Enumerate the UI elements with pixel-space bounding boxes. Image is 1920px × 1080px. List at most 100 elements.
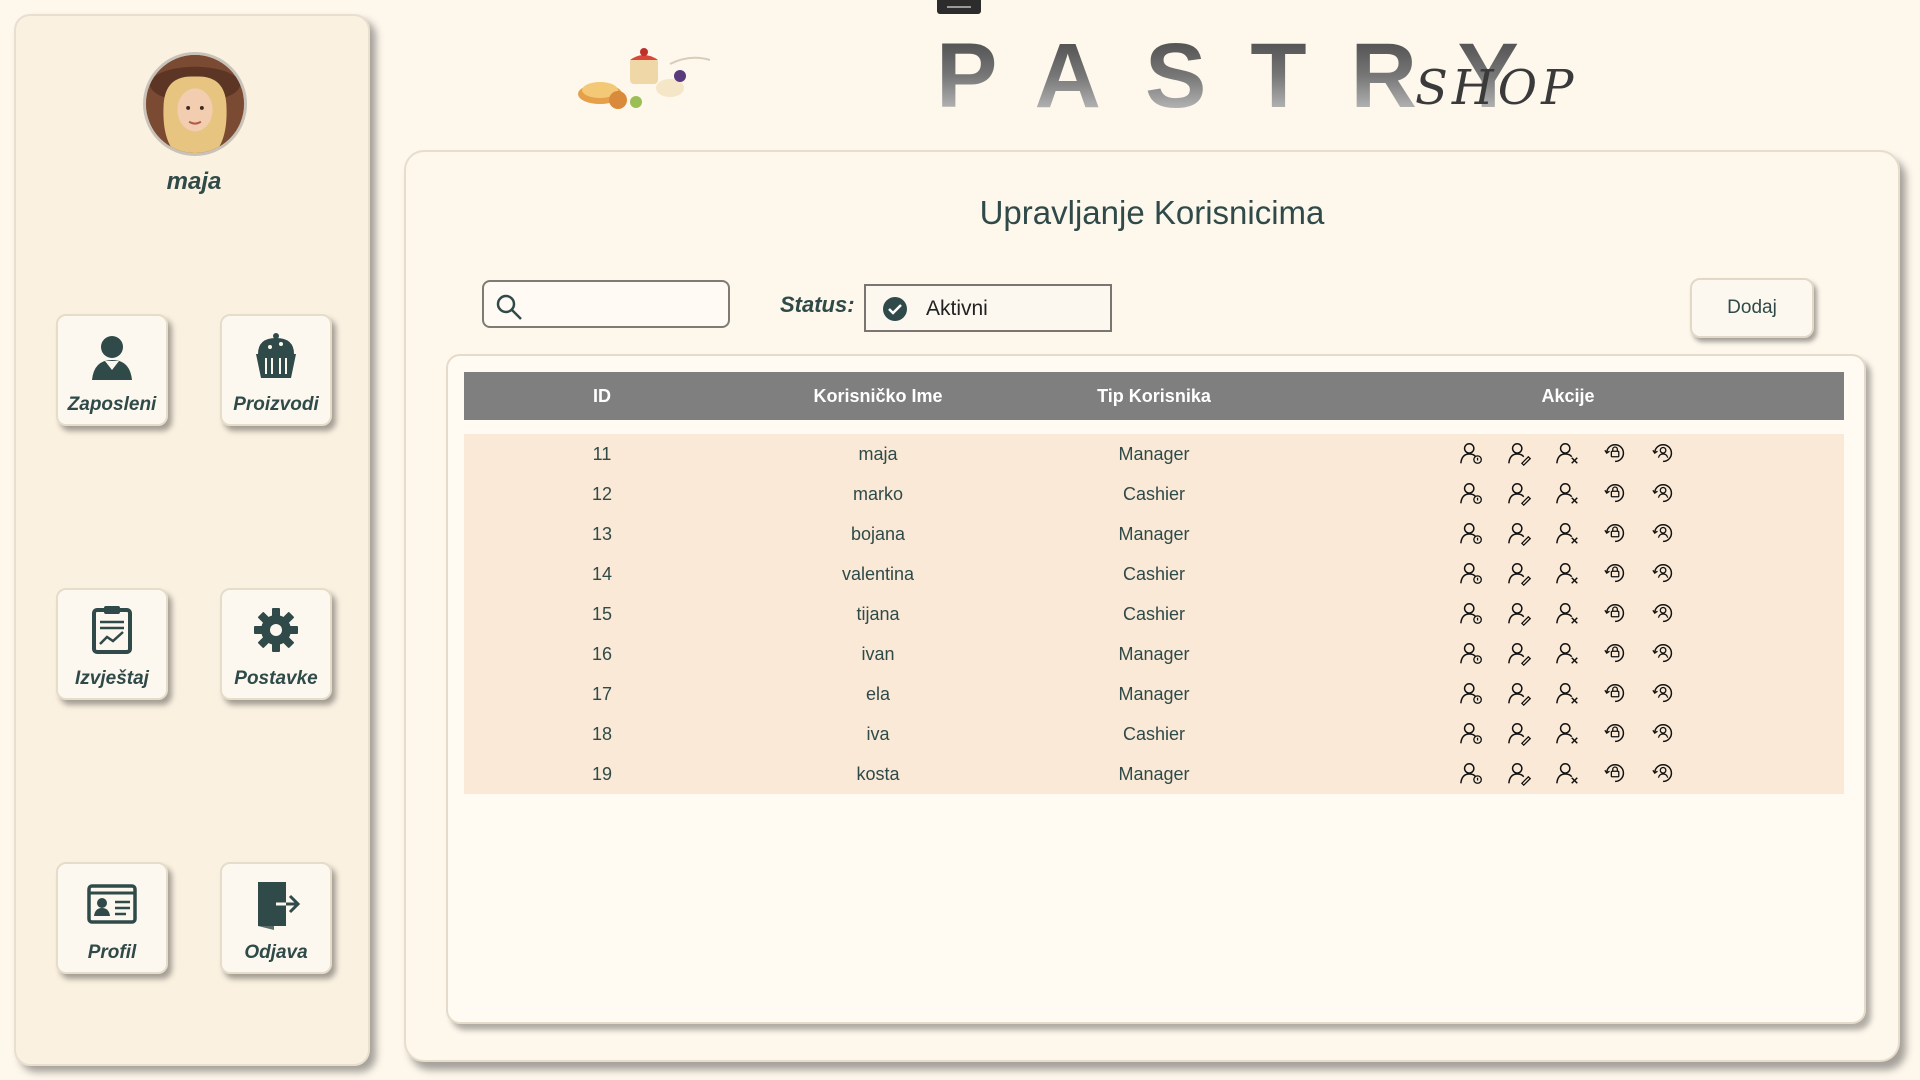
- page-title: Upravljanje Korisnicima: [979, 194, 1325, 231]
- table-row[interactable]: 11 maja Manager: [464, 434, 1844, 474]
- user-delete-icon[interactable]: [1555, 481, 1581, 507]
- cell-id: 17: [591, 683, 613, 704]
- user-sync-icon[interactable]: [1651, 761, 1677, 787]
- nav-label: Profil: [87, 942, 137, 963]
- add-user-button[interactable]: Dodaj: [1690, 278, 1814, 338]
- user-sync-icon[interactable]: [1651, 441, 1677, 467]
- search-input[interactable]: [530, 290, 724, 320]
- table-row[interactable]: 17 ela Manager: [464, 674, 1844, 714]
- search-box[interactable]: [482, 280, 730, 328]
- lock-reset-icon[interactable]: [1603, 761, 1629, 787]
- cell-id: 13: [591, 523, 613, 544]
- nav-odjava-button[interactable]: Odjava: [220, 862, 332, 974]
- username: maja: [166, 168, 222, 195]
- avatar[interactable]: [143, 52, 247, 156]
- user-info-icon[interactable]: [1459, 441, 1485, 467]
- logout-icon: [250, 878, 302, 930]
- user-edit-icon[interactable]: [1507, 481, 1533, 507]
- user-sync-icon[interactable]: [1651, 641, 1677, 667]
- cell-username: ela: [865, 683, 891, 704]
- user-info-icon[interactable]: [1459, 481, 1485, 507]
- cupcake-icon: [250, 330, 302, 382]
- lock-reset-icon[interactable]: [1603, 601, 1629, 627]
- cell-id: 16: [591, 643, 613, 664]
- status-value: Aktivni: [926, 297, 988, 320]
- user-edit-icon[interactable]: [1507, 761, 1533, 787]
- table-row[interactable]: 12 marko Cashier: [464, 474, 1844, 514]
- cell-type: Manager: [1118, 643, 1190, 664]
- lock-reset-icon[interactable]: [1603, 481, 1629, 507]
- table-body: 11 maja Manager 12 marko Cashier 13 bojana Manag…: [464, 434, 1844, 794]
- cell-actions: [1292, 754, 1844, 794]
- cell-username: valentina: [841, 563, 915, 584]
- cell-username: iva: [866, 723, 890, 744]
- user-delete-icon[interactable]: [1555, 601, 1581, 627]
- nav-izvjestaj-button[interactable]: Izvještaj: [56, 588, 168, 700]
- lock-reset-icon[interactable]: [1603, 721, 1629, 747]
- user-sync-icon[interactable]: [1651, 561, 1677, 587]
- user-edit-icon[interactable]: [1507, 641, 1533, 667]
- lock-reset-icon[interactable]: [1603, 681, 1629, 707]
- nav-label: Zaposleni: [67, 394, 157, 415]
- user-edit-icon[interactable]: [1507, 561, 1533, 587]
- nav-zaposleni-button[interactable]: Zaposleni: [56, 314, 168, 426]
- user-delete-icon[interactable]: [1555, 521, 1581, 547]
- user-delete-icon[interactable]: [1555, 641, 1581, 667]
- cell-id: 12: [591, 483, 613, 504]
- table-row[interactable]: 16 ivan Manager: [464, 634, 1844, 674]
- user-info-icon[interactable]: [1459, 561, 1485, 587]
- user-delete-icon[interactable]: [1555, 441, 1581, 467]
- cell-type: Manager: [1118, 683, 1190, 704]
- cell-id: 14: [591, 563, 613, 584]
- lock-reset-icon[interactable]: [1603, 441, 1629, 467]
- user-delete-icon[interactable]: [1555, 761, 1581, 787]
- window-drag-handle[interactable]: [937, 0, 981, 14]
- user-edit-icon[interactable]: [1507, 521, 1533, 547]
- nav-postavke-button[interactable]: Postavke: [220, 588, 332, 700]
- cell-username: ivan: [861, 643, 895, 664]
- user-edit-icon[interactable]: [1507, 681, 1533, 707]
- cell-id: 11: [592, 443, 612, 464]
- column-header-type: Tip Korisnika: [1097, 385, 1211, 406]
- cell-username: maja: [858, 443, 898, 464]
- check-circle-icon: [882, 296, 908, 322]
- user-info-icon[interactable]: [1459, 601, 1485, 627]
- user-edit-icon[interactable]: [1507, 441, 1533, 467]
- gear-icon: [250, 604, 302, 656]
- lock-reset-icon[interactable]: [1603, 561, 1629, 587]
- cell-actions: [1292, 474, 1844, 514]
- table-row[interactable]: 15 tijana Cashier: [464, 594, 1844, 634]
- lock-reset-icon[interactable]: [1603, 521, 1629, 547]
- status-select[interactable]: Aktivni: [864, 284, 1112, 332]
- user-info-icon[interactable]: [1459, 521, 1485, 547]
- cell-actions: [1292, 634, 1844, 674]
- user-info-icon[interactable]: [1459, 761, 1485, 787]
- table-row[interactable]: 13 bojana Manager: [464, 514, 1844, 554]
- cell-actions: [1292, 514, 1844, 554]
- lock-reset-icon[interactable]: [1603, 641, 1629, 667]
- nav-profil-button[interactable]: Profil: [56, 862, 168, 974]
- user-delete-icon[interactable]: [1555, 721, 1581, 747]
- table-row[interactable]: 19 kosta Manager: [464, 754, 1844, 794]
- user-edit-icon[interactable]: [1507, 721, 1533, 747]
- cell-type: Cashier: [1122, 603, 1186, 624]
- user-info-icon[interactable]: [1459, 681, 1485, 707]
- table-row[interactable]: 18 iva Cashier: [464, 714, 1844, 754]
- user-sync-icon[interactable]: [1651, 681, 1677, 707]
- user-delete-icon[interactable]: [1555, 681, 1581, 707]
- user-sync-icon[interactable]: [1651, 521, 1677, 547]
- user-sync-icon[interactable]: [1651, 601, 1677, 627]
- user-edit-icon[interactable]: [1507, 601, 1533, 627]
- cell-type: Cashier: [1122, 563, 1186, 584]
- user-info-icon[interactable]: [1459, 721, 1485, 747]
- table-row[interactable]: 14 valentina Cashier: [464, 554, 1844, 594]
- user-info-icon[interactable]: [1459, 641, 1485, 667]
- user-delete-icon[interactable]: [1555, 561, 1581, 587]
- user-sync-icon[interactable]: [1651, 721, 1677, 747]
- user-sync-icon[interactable]: [1651, 481, 1677, 507]
- nav-proizvodi-button[interactable]: Proizvodi: [220, 314, 332, 426]
- cell-type: Manager: [1118, 523, 1190, 544]
- column-header-username: Korisničko Ime: [813, 385, 943, 406]
- status-label: Status:: [780, 292, 855, 317]
- nav-label: Postavke: [234, 668, 318, 689]
